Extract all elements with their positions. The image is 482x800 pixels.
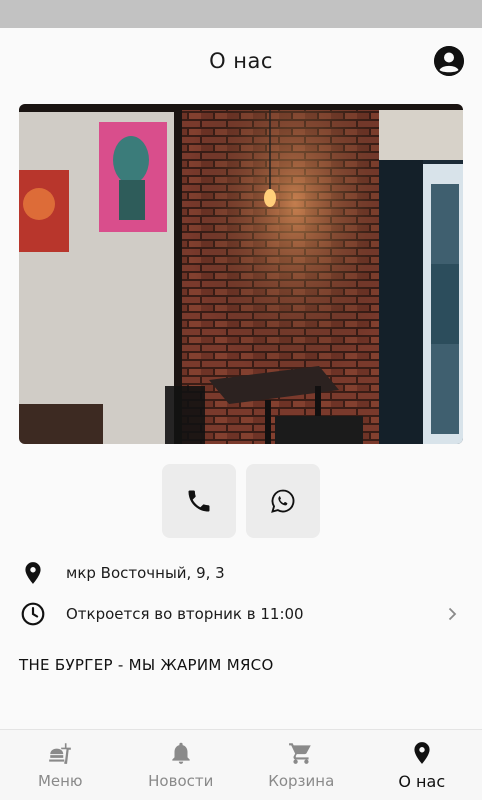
nav-label: Меню — [37, 772, 83, 790]
venue-photo — [19, 104, 463, 444]
whatsapp-icon — [271, 489, 295, 513]
call-button[interactable] — [162, 464, 236, 538]
bottom-navigation: Меню Новости Корзина О нас — [0, 729, 482, 800]
nav-item-cart[interactable]: Корзина — [241, 730, 362, 800]
opening-hours-row[interactable]: Откроется во вторник в 11:00 — [0, 594, 482, 634]
nav-label: О нас — [398, 771, 446, 791]
address-row[interactable]: мкр Восточный, 9, 3 — [0, 553, 482, 593]
page-title: О нас — [209, 49, 273, 73]
cart-icon — [289, 743, 311, 764]
location-pin-icon — [414, 741, 430, 764]
app-bar: О нас — [0, 28, 482, 94]
address-text: мкр Восточный, 9, 3 — [66, 564, 225, 582]
bell-icon — [172, 742, 190, 764]
nav-label: Корзина — [268, 772, 335, 790]
phone-icon — [188, 490, 210, 512]
whatsapp-button[interactable] — [246, 464, 320, 538]
chevron-right-icon — [448, 607, 457, 621]
clock-icon — [19, 600, 47, 628]
location-pin-icon — [19, 559, 47, 587]
nav-item-about[interactable]: О нас — [362, 730, 482, 800]
nav-item-menu[interactable]: Меню — [0, 730, 121, 800]
contact-buttons — [0, 464, 482, 538]
status-bar — [0, 0, 482, 28]
food-icon — [49, 743, 72, 764]
nav-label: Новости — [148, 772, 214, 790]
restaurant-tagline: THE БУРГЕР - МЫ ЖАРИМ МЯСО — [19, 656, 274, 674]
opening-hours-text: Откроется во вторник в 11:00 — [66, 605, 304, 623]
nav-item-news[interactable]: Новости — [121, 730, 242, 800]
account-circle-icon[interactable] — [434, 46, 464, 76]
